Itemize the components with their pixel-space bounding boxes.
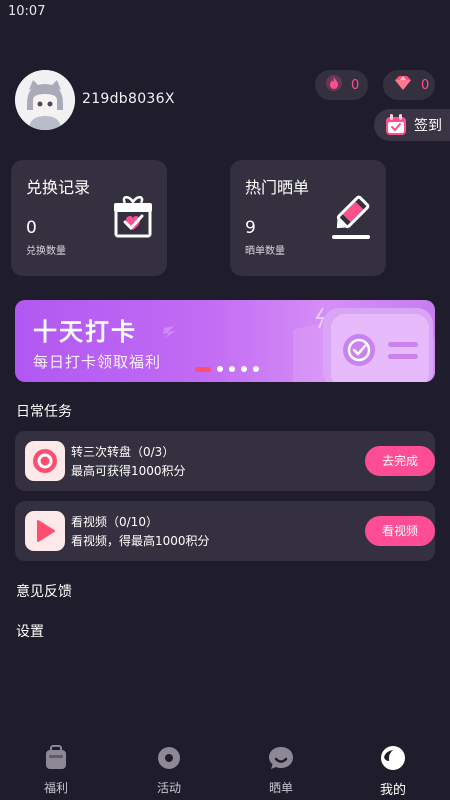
mine-profile-icon bbox=[380, 745, 406, 775]
showcase-count-label: 晒单数量 bbox=[245, 246, 285, 257]
exchange-count-label: 兑换数量 bbox=[26, 246, 66, 257]
spin-wheel-icon bbox=[25, 441, 65, 481]
checkin-device-illustration bbox=[293, 307, 435, 382]
task-name: 转三次转盘（0/3） bbox=[71, 445, 175, 459]
tab-showcase[interactable]: 晒单 bbox=[251, 745, 311, 796]
calendar-check-icon bbox=[384, 113, 408, 137]
activity-disc-icon bbox=[157, 745, 181, 775]
banner-dot-active[interactable] bbox=[195, 366, 211, 372]
username: 219db8036X bbox=[82, 91, 175, 107]
signin-button[interactable]: 签到 bbox=[374, 109, 450, 141]
banner-dot[interactable] bbox=[217, 366, 223, 372]
exchange-record-card[interactable]: 兑换记录 0 兑换数量 bbox=[11, 160, 167, 276]
settings-menu-item[interactable]: 设置 bbox=[16, 621, 44, 641]
go-complete-button[interactable]: 去完成 bbox=[365, 446, 435, 476]
task-watch-video: 看视频（0/10） 看视频，得最高1000积分 看视频 bbox=[15, 501, 435, 561]
pencil-edit-icon bbox=[330, 194, 372, 244]
banner-title: 十天打卡 bbox=[33, 318, 137, 346]
tab-label: 福利 bbox=[43, 781, 68, 795]
banner-dot[interactable] bbox=[253, 366, 259, 372]
lightning-decor-icon bbox=[163, 326, 176, 338]
tab-mine[interactable]: 我的 bbox=[363, 745, 423, 798]
tab-activity[interactable]: 活动 bbox=[139, 745, 199, 796]
banner-dot[interactable] bbox=[229, 366, 235, 372]
banner-page-dots bbox=[195, 366, 259, 372]
banner-dot[interactable] bbox=[241, 366, 247, 372]
tab-welfare[interactable]: 福利 bbox=[26, 745, 86, 796]
gift-box-icon bbox=[113, 194, 153, 242]
tab-label: 活动 bbox=[156, 781, 181, 795]
task-description: 看视频，得最高1000积分 bbox=[71, 534, 210, 548]
daily-tasks-heading: 日常任务 bbox=[16, 404, 72, 420]
feedback-menu-item[interactable]: 意见反馈 bbox=[16, 581, 72, 601]
checkin-banner[interactable]: 十天打卡 每日打卡领取福利 bbox=[15, 300, 435, 382]
tab-label: 我的 bbox=[379, 783, 406, 798]
hot-card-title: 热门晒单 bbox=[245, 178, 310, 197]
avatar[interactable] bbox=[15, 70, 75, 130]
tab-label: 晒单 bbox=[268, 781, 293, 795]
showcase-chat-icon bbox=[268, 745, 294, 775]
task-description: 最高可获得1000积分 bbox=[71, 464, 186, 478]
gem-points-pill[interactable]: 0 bbox=[383, 70, 435, 100]
signin-label: 签到 bbox=[414, 118, 442, 134]
status-time: 10:07 bbox=[8, 4, 46, 19]
welfare-bag-icon bbox=[44, 745, 68, 775]
fire-points-pill[interactable]: 0 bbox=[315, 70, 368, 100]
task-name: 看视频（0/10） bbox=[71, 515, 158, 529]
banner-subtitle: 每日打卡领取福利 bbox=[33, 353, 162, 371]
gem-icon bbox=[393, 74, 413, 96]
task-spin-wheel: 转三次转盘（0/3） 最高可获得1000积分 去完成 bbox=[15, 431, 435, 491]
play-video-icon bbox=[25, 511, 65, 551]
exchange-count: 0 bbox=[26, 218, 37, 238]
hot-showcase-card[interactable]: 热门晒单 9 晒单数量 bbox=[230, 160, 386, 276]
exchange-card-title: 兑换记录 bbox=[26, 178, 91, 197]
showcase-count: 9 bbox=[245, 218, 256, 238]
fire-icon bbox=[325, 74, 343, 96]
fire-count: 0 bbox=[351, 77, 360, 93]
gem-count: 0 bbox=[421, 77, 430, 93]
watch-video-button[interactable]: 看视频 bbox=[365, 516, 435, 546]
bottom-tab-bar: 福利 活动 晒单 我的 bbox=[0, 745, 450, 800]
